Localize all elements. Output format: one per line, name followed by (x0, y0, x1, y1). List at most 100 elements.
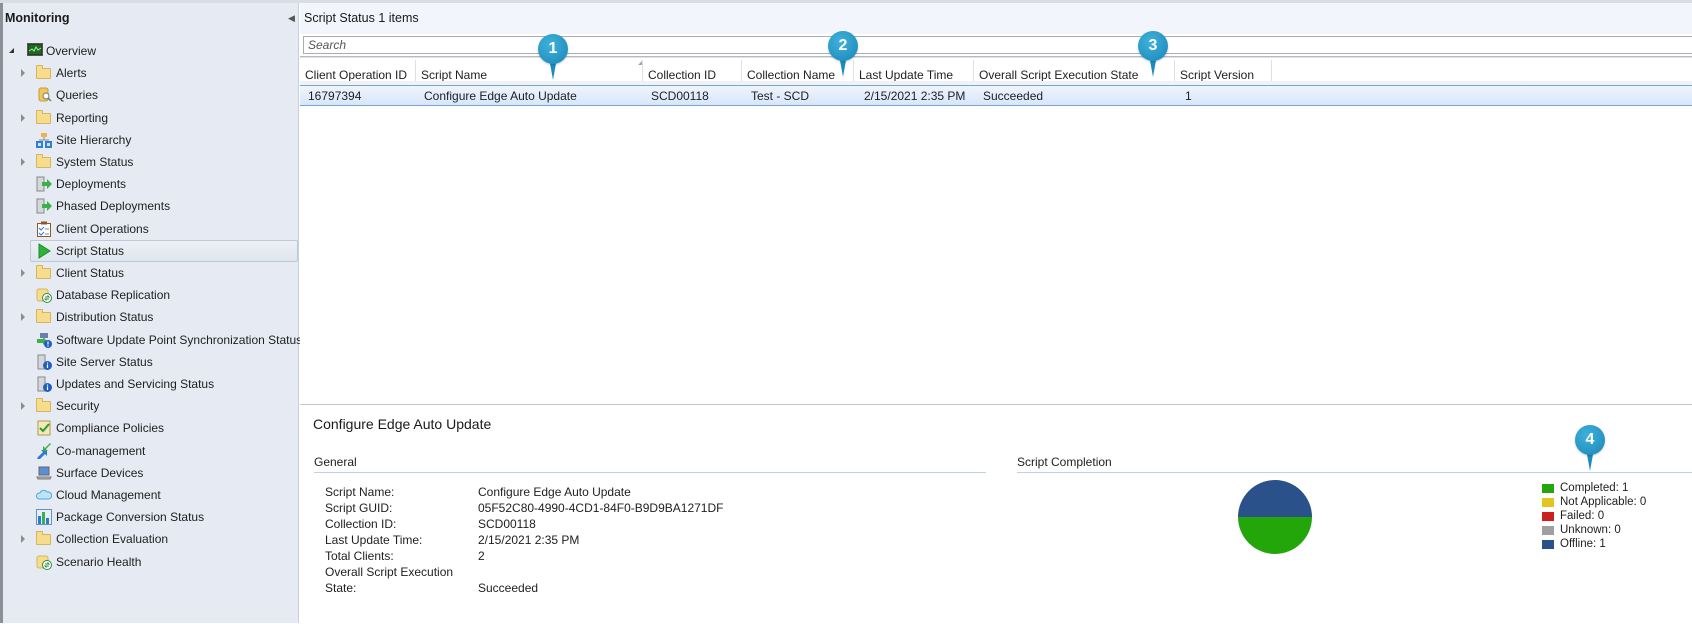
callout-marker-3: 3 (1138, 31, 1168, 77)
sidebar-item-label: Collection Evaluation (56, 532, 169, 547)
site-hierarchy-icon (36, 132, 52, 148)
table-row[interactable]: 16797394 Configure Edge Auto Update SCD0… (300, 85, 1692, 106)
callout-marker-2: 2 (828, 31, 858, 77)
sidebar-item-site-hierarchy[interactable]: Site Hierarchy (3, 129, 299, 151)
legend-swatch (1542, 484, 1554, 493)
sidebar-item-updates-and-servicing-status[interactable]: Updates and Servicing Status (3, 373, 299, 395)
queries-icon (36, 87, 52, 103)
field-value (478, 564, 723, 580)
folder-icon (36, 265, 52, 281)
legend-label: Unknown: 0 (1560, 524, 1621, 536)
cell-script-name: Configure Edge Auto Update (424, 89, 577, 103)
sidebar-item-alerts[interactable]: Alerts (3, 62, 299, 84)
sidebar-item-deployments[interactable]: Deployments (3, 173, 299, 195)
overview-monitor-icon (27, 43, 43, 59)
tree-expand-arrow-icon[interactable] (21, 158, 25, 166)
sidebar-item-label: Phased Deployments (56, 199, 171, 214)
sidebar-item-label: Alerts (56, 66, 87, 81)
sidebar-item-label: Overview (46, 44, 97, 58)
tree-expand-arrow-icon[interactable] (21, 69, 25, 78)
cell-last-update-time: 2/15/2021 2:35 PM (864, 89, 966, 103)
collapse-pane-icon[interactable]: ◀ (288, 13, 295, 24)
sidebar-item-client-operations[interactable]: Client Operations (3, 218, 299, 240)
search-box[interactable] (303, 36, 1692, 54)
sidebar-item-label: Site Hierarchy (56, 132, 132, 147)
field-value: SCD00118 (478, 517, 536, 531)
sidebar-item-package-conversion-status[interactable]: Package Conversion Status (3, 506, 299, 528)
cell-client-operation-id: 16797394 (308, 89, 362, 103)
sidebar-item-label: Client Operations (56, 221, 149, 236)
sidebar-item-phased-deployments[interactable]: Phased Deployments (3, 195, 299, 217)
legend-label: Completed: 1 (1560, 482, 1629, 494)
sidebar-item-label: Package Conversion Status (56, 510, 205, 525)
sidebar-item-distribution-status[interactable]: Distribution Status (3, 306, 299, 328)
callout-number: 3 (1148, 37, 1158, 54)
search-input[interactable] (304, 37, 1692, 53)
tree-expand-arrow-icon[interactable] (21, 313, 25, 322)
tree-expand-arrow-icon[interactable] (21, 535, 25, 544)
sidebar-item-system-status[interactable]: System Status (3, 151, 299, 173)
field-value: 2 (478, 549, 485, 563)
tree-expand-arrow-icon[interactable] (21, 113, 25, 122)
script-completion-pie-chart (1238, 480, 1312, 554)
phased-deployments-icon (36, 198, 52, 214)
sidebar-item-co-management[interactable]: Co-management (3, 440, 299, 462)
sidebar-item-scenario-health[interactable]: Scenario Health (3, 551, 299, 573)
details-title: Configure Edge Auto Update (313, 416, 492, 432)
results-pane: Script Status 1 items Client Operation I… (300, 3, 1692, 624)
sidebar-item-label: Compliance Policies (56, 421, 165, 436)
sidebar-item-label: Queries (56, 88, 99, 103)
cloud-icon (35, 487, 53, 503)
tree-expand-arrow-icon[interactable] (21, 269, 25, 277)
sidebar-item-cloud-management[interactable]: Cloud Management (3, 484, 299, 506)
sidebar-item-label: Scenario Health (56, 554, 142, 569)
sidebar-item-label: Distribution Status (56, 310, 154, 325)
folder-icon (36, 154, 52, 170)
field-label: Script Name: (325, 485, 395, 499)
sidebar-item-label: Updates and Servicing Status (56, 377, 215, 391)
cell-collection-id: SCD00118 (651, 89, 709, 103)
navigation-pane: Monitoring ◀ Overview Alerts Queries Report… (0, 3, 302, 623)
sidebar-item-database-replication[interactable]: Database Replication (3, 284, 299, 306)
cell-script-version: 1 (1185, 89, 1192, 103)
scenario-health-icon (36, 554, 52, 570)
tree-expanded-arrow-icon[interactable] (9, 48, 14, 53)
sidebar-item-label: System Status (56, 155, 134, 169)
sidebar-item-script-status[interactable]: Script Status (3, 239, 299, 262)
results-title: Script Status 1 items (304, 11, 419, 25)
field-label: Total Clients: (325, 549, 394, 563)
server-info-icon (36, 376, 52, 392)
sidebar-item-label: Deployments (56, 177, 127, 192)
pie-slice-completed (1238, 517, 1312, 554)
sidebar-item-queries[interactable]: Queries (3, 84, 299, 106)
tree-expand-arrow-icon[interactable] (21, 402, 25, 411)
field-label: Overall Script Execution (325, 565, 454, 579)
server-info-icon (36, 354, 52, 370)
details-pane: Configure Edge Auto Update General Scrip… (300, 404, 1692, 624)
folder-icon (36, 109, 52, 126)
sidebar-item-site-server-status[interactable]: Site Server Status (3, 351, 299, 373)
general-field-labels: Script Name: Script GUID: Collection ID: La… (325, 484, 453, 596)
field-value: 05F52C80-4990-4CD1-84F0-B9D9BA1271DF (478, 501, 724, 515)
callout-number: 1 (548, 40, 558, 57)
field-value: 2/15/2021 2:35 PM (478, 533, 580, 547)
sidebar-item-overview[interactable]: Overview (3, 40, 299, 62)
callout-marker-4: 4 (1575, 425, 1605, 471)
field-label: State: (325, 581, 357, 595)
sidebar-item-label: Script Status (56, 243, 125, 258)
play-icon (36, 242, 52, 259)
legend-swatch (1542, 512, 1554, 521)
general-section-heading: General (314, 455, 986, 473)
pie-slice-offline (1238, 480, 1312, 517)
sidebar-item-reporting[interactable]: Reporting (3, 107, 299, 129)
sidebar-item-security[interactable]: Security (3, 395, 299, 417)
sidebar-item-label: Reporting (56, 110, 109, 125)
workspace-title: Monitoring (5, 11, 70, 25)
sidebar-item-surface-devices[interactable]: Surface Devices (3, 462, 299, 484)
sidebar-item-software-update-point-synchronization-status[interactable]: Software Update Point Synchronization St… (3, 329, 302, 351)
general-field-values: Configure Edge Auto Update 05F52C80-4990-… (478, 484, 723, 596)
sidebar-item-client-status[interactable]: Client Status (3, 262, 299, 284)
sidebar-item-collection-evaluation[interactable]: Collection Evaluation (3, 528, 299, 550)
cell-collection-name: Test - SCD (751, 89, 810, 103)
sidebar-item-compliance-policies[interactable]: Compliance Policies (3, 417, 299, 439)
